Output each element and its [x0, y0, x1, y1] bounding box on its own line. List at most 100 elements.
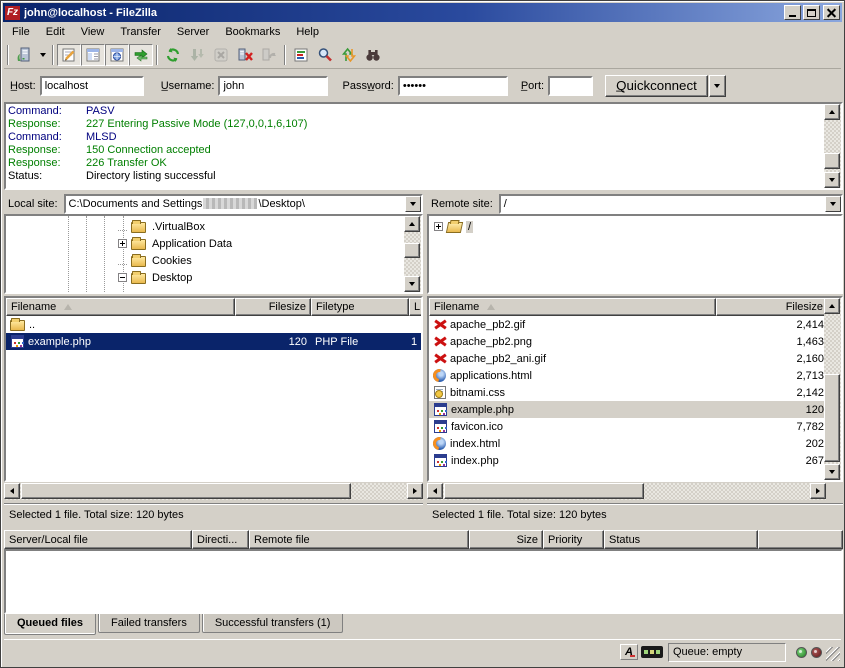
column-header-priority[interactable]: Priority [543, 530, 604, 549]
log-scrollbar[interactable] [824, 104, 841, 188]
column-header-filesize[interactable]: Filesize [235, 298, 311, 316]
scroll-thumb[interactable] [21, 483, 351, 499]
scroll-up-button[interactable] [404, 216, 420, 232]
file-row[interactable]: applications.html 2,713 [429, 367, 828, 384]
menu-item[interactable]: Server [169, 23, 217, 41]
close-button[interactable] [823, 5, 840, 20]
data-type-indicator-icon[interactable]: A [620, 644, 638, 660]
file-row[interactable]: example.php 120 [429, 401, 828, 418]
tree-item[interactable]: Application Data [118, 235, 421, 252]
local-tree-scrollbar[interactable] [404, 216, 421, 292]
menu-item[interactable]: View [73, 23, 113, 41]
scroll-left-button[interactable] [4, 483, 20, 499]
redacted-username [203, 198, 257, 209]
password-input[interactable] [398, 76, 508, 96]
menu-item[interactable]: File [4, 23, 38, 41]
maximize-button[interactable] [803, 5, 820, 20]
refresh-button[interactable] [161, 44, 185, 66]
scroll-up-button[interactable] [824, 298, 840, 314]
site-manager-dropdown[interactable] [36, 44, 49, 66]
port-input[interactable] [548, 76, 593, 96]
scroll-down-button[interactable] [404, 276, 420, 292]
scroll-left-button[interactable] [427, 483, 443, 499]
scroll-right-button[interactable] [407, 483, 423, 499]
menu-item[interactable]: Edit [38, 23, 73, 41]
file-row[interactable]: apache_pb2.png 1,463 [429, 333, 828, 350]
file-row[interactable]: apache_pb2.gif 2,414 [429, 316, 828, 333]
search-button[interactable] [361, 44, 385, 66]
column-header-direction[interactable]: Directi... [192, 530, 249, 549]
column-header-filesize[interactable]: Filesize [716, 298, 828, 316]
column-header-status[interactable]: Status [604, 530, 758, 549]
scroll-thumb[interactable] [824, 153, 840, 169]
disconnect-button[interactable] [233, 44, 257, 66]
scroll-thumb[interactable] [404, 243, 420, 258]
toggle-message-log-button[interactable] [57, 44, 81, 66]
host-input[interactable] [40, 76, 144, 96]
scroll-right-button[interactable] [810, 483, 826, 499]
quickconnect-dropdown[interactable] [709, 75, 726, 97]
minimize-button[interactable] [784, 5, 801, 20]
tree-expander[interactable] [118, 230, 127, 231]
file-row[interactable]: favicon.ico 7,782 [429, 418, 828, 435]
column-header-filename[interactable]: Filename [6, 298, 235, 316]
scroll-up-button[interactable] [824, 104, 840, 120]
quickconnect-button[interactable]: Q̲uickconnect [605, 75, 708, 97]
folder-icon [131, 239, 146, 250]
scroll-down-button[interactable] [824, 464, 840, 480]
toggle-queue-button[interactable] [129, 44, 153, 66]
menu-item[interactable]: Help [288, 23, 327, 41]
tree-expander[interactable] [118, 273, 127, 282]
scroll-down-button[interactable] [824, 172, 840, 188]
synchronized-browsing-button[interactable] [337, 44, 361, 66]
menu-item[interactable]: Bookmarks [217, 23, 288, 41]
file-row[interactable]: apache_pb2_ani.gif 2,160 [429, 350, 828, 367]
remote-status-text: Selected 1 file. Total size: 120 bytes [427, 503, 843, 525]
combo-dropdown-button[interactable] [405, 196, 421, 212]
filter-button[interactable] [289, 44, 313, 66]
file-row[interactable]: bitnami.css 2,142 [429, 384, 828, 401]
cancel-button[interactable] [209, 44, 233, 66]
tree-expander[interactable] [118, 264, 127, 265]
local-list-hscrollbar[interactable] [4, 483, 423, 500]
tree-item[interactable]: Desktop [118, 269, 421, 286]
toolbar-separator [156, 45, 158, 65]
remote-list-scrollbar[interactable] [824, 298, 841, 480]
tree-item[interactable]: Cookies [118, 252, 421, 269]
username-input[interactable] [218, 76, 328, 96]
remote-site-combo[interactable]: / [499, 194, 843, 214]
file-row-selected[interactable]: example.php 120 PHP File 1 [6, 333, 421, 350]
toggle-local-tree-button[interactable] [81, 44, 105, 66]
column-header-remote-file[interactable]: Remote file [249, 530, 469, 549]
file-row[interactable]: index.html 202 [429, 435, 828, 452]
menu-item[interactable]: Transfer [112, 23, 169, 41]
column-header-filetype[interactable]: Filetype [311, 298, 409, 316]
scroll-thumb[interactable] [444, 483, 644, 499]
resize-grip[interactable] [826, 647, 840, 661]
scroll-thumb[interactable] [824, 374, 840, 461]
file-row[interactable]: .. [6, 316, 421, 333]
toggle-remote-tree-button[interactable] [105, 44, 129, 66]
speed-limits-icon[interactable] [641, 646, 663, 658]
tab-failed-transfers[interactable]: Failed transfers [98, 614, 200, 633]
log-line-text: 227 Entering Passive Mode (127,0,0,1,6,1… [86, 118, 307, 131]
local-site-combo[interactable]: C:\Documents and Settings\Desktop\ [64, 194, 423, 214]
site-manager-button[interactable] [12, 44, 36, 66]
tree-expander[interactable] [434, 222, 443, 231]
remote-list-hscrollbar[interactable] [427, 483, 826, 500]
column-header-lastmodified[interactable]: L [409, 298, 423, 316]
tab-queued-files[interactable]: Queued files [4, 614, 96, 635]
tab-successful-transfers[interactable]: Successful transfers (1) [202, 614, 344, 633]
process-queue-button[interactable] [185, 44, 209, 66]
tree-item[interactable]: .VirtualBox [118, 218, 421, 235]
reconnect-button[interactable] [257, 44, 281, 66]
file-row[interactable]: index.php 267 [429, 452, 828, 469]
column-header-server-local-file[interactable]: Server/Local file [4, 530, 192, 549]
column-header-size[interactable]: Size [469, 530, 543, 549]
tree-item[interactable]: / [429, 218, 841, 235]
compare-directories-button[interactable] [313, 44, 337, 66]
combo-dropdown-button[interactable] [825, 196, 841, 212]
column-header-filename[interactable]: Filename [429, 298, 716, 316]
file-name: index.php [451, 455, 499, 467]
tree-expander[interactable] [118, 239, 127, 248]
